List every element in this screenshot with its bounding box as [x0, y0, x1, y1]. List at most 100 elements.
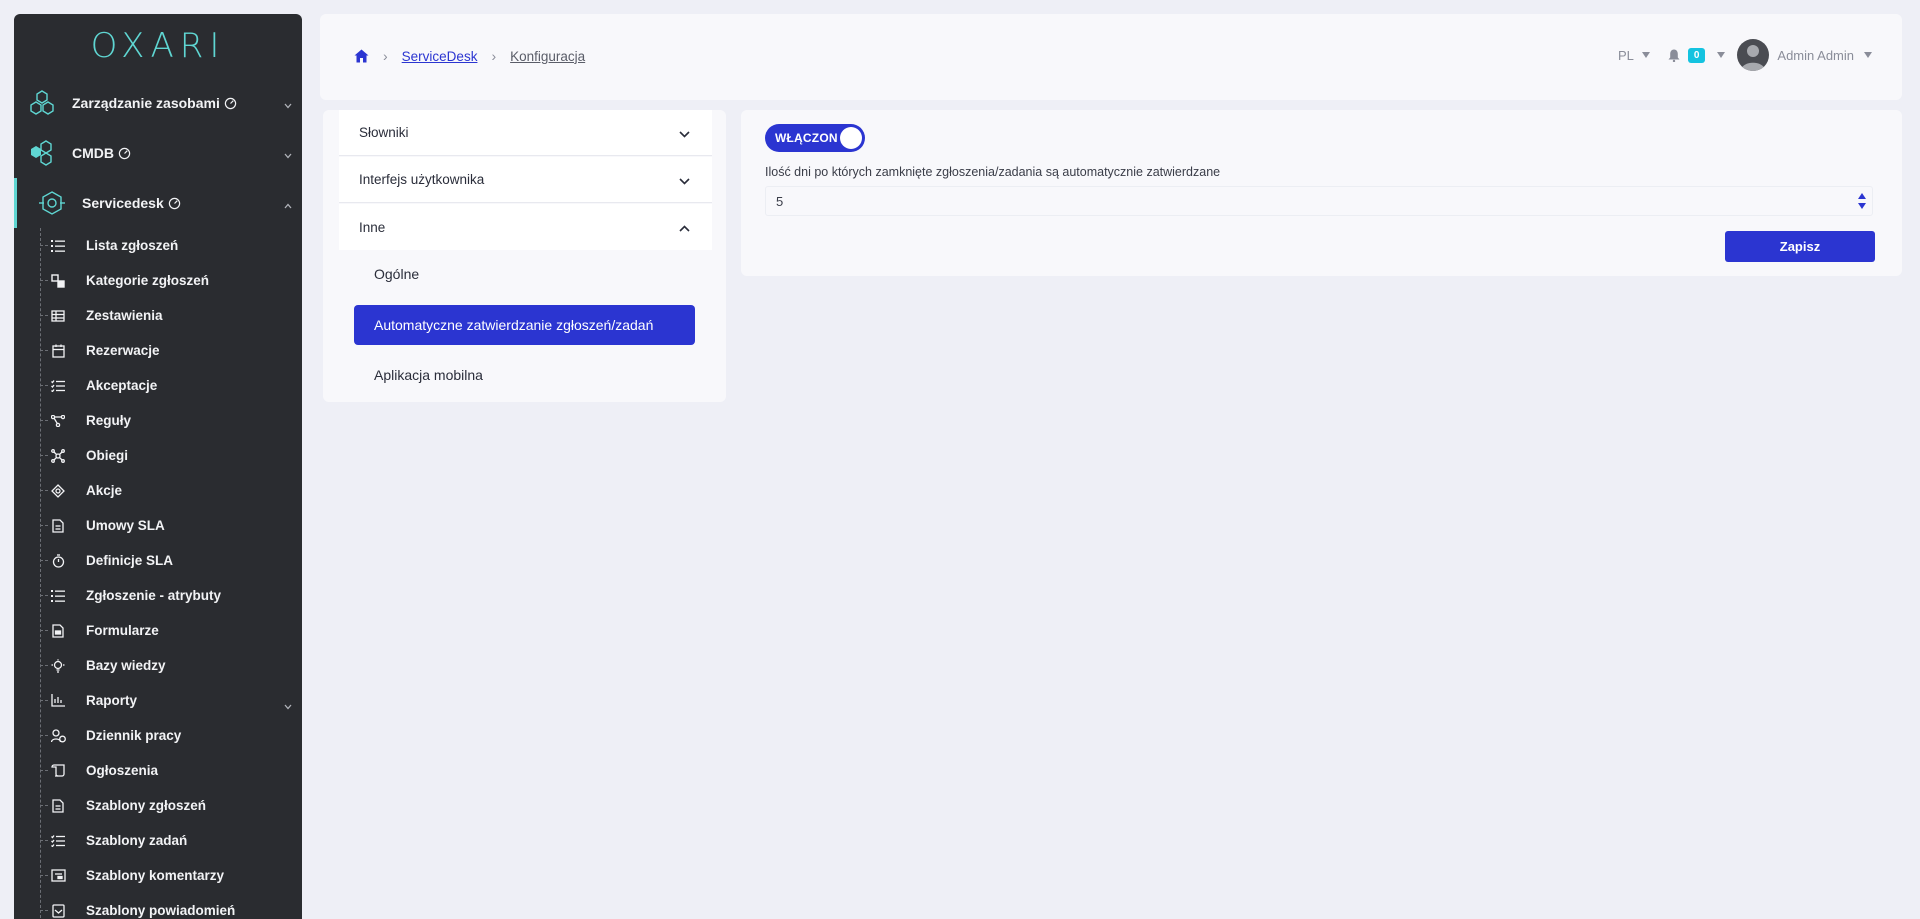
- language-selector[interactable]: PL: [1618, 48, 1650, 63]
- stopwatch-icon: [50, 553, 66, 569]
- save-button[interactable]: Zapisz: [1725, 231, 1875, 262]
- lightbulb-icon: [50, 658, 66, 674]
- sidebar-item-label: Servicedesk: [82, 195, 164, 211]
- sidebar-item-reguly[interactable]: Reguły: [14, 403, 302, 438]
- sidebar-item-dziennik-pracy[interactable]: Dziennik pracy: [14, 718, 302, 753]
- sidebar-item-asset-management[interactable]: Zarządzanie zasobami: [14, 78, 302, 128]
- sidebar-item-label: Formularze: [86, 623, 159, 638]
- document-icon: [50, 798, 66, 814]
- comment-template-icon: [50, 868, 66, 884]
- notifications-button[interactable]: 0: [1668, 47, 1706, 63]
- notifications-badge: 0: [1687, 47, 1706, 63]
- sidebar: OXARI Zarządzanie zasobami CMDB Serviced…: [14, 14, 302, 919]
- toggle-knob: [840, 127, 862, 149]
- sidebar-item-umowy-sla[interactable]: Umowy SLA: [14, 508, 302, 543]
- sidebar-item-servicedesk[interactable]: Servicedesk: [14, 178, 302, 228]
- stepper-down-icon[interactable]: [1858, 203, 1866, 209]
- categories-icon: [50, 273, 66, 289]
- document-icon: [50, 518, 66, 534]
- caret-down-icon: [1641, 52, 1650, 58]
- sidebar-item-label: Reguły: [86, 413, 132, 428]
- config-item-label: Ogólne: [374, 266, 420, 282]
- sidebar-item-label: Szablony zgłoszeń: [86, 798, 207, 813]
- toggle-label: WŁĄCZON: [775, 131, 838, 145]
- list-icon: [50, 238, 66, 254]
- sidebar-item-ogloszenia[interactable]: Ogłoszenia: [14, 753, 302, 788]
- sidebar-item-obiegi[interactable]: Obiegi: [14, 438, 302, 473]
- caret-down-icon[interactable]: [1717, 52, 1726, 58]
- gauge-icon: [168, 197, 181, 210]
- home-icon[interactable]: [354, 49, 369, 63]
- language-label: PL: [1617, 47, 1634, 63]
- sidebar-item-definicje-sla[interactable]: Definicje SLA: [14, 543, 302, 578]
- sidebar-item-label: Umowy SLA: [86, 518, 165, 533]
- sidebar-item-kategorie-zgloszen[interactable]: Kategorie zgłoszeń: [14, 263, 302, 298]
- sidebar-item-formularze[interactable]: Formularze: [14, 613, 302, 648]
- accordion-label: Interfejs użytkownika: [359, 172, 485, 187]
- breadcrumb-servicedesk[interactable]: ServiceDesk: [402, 49, 478, 64]
- eye-target-icon: [34, 185, 70, 221]
- config-item-aplikacja-mobilna[interactable]: Aplikacja mobilna: [354, 355, 695, 395]
- gauge-icon: [118, 147, 131, 160]
- sidebar-item-raporty[interactable]: Raporty: [14, 683, 302, 718]
- form-icon: [50, 623, 66, 639]
- cubes-icon: [24, 135, 60, 171]
- checklist-icon: [50, 378, 66, 394]
- user-menu[interactable]: Admin Admin: [1737, 39, 1872, 71]
- sidebar-item-label: Zarządzanie zasobami: [72, 95, 220, 111]
- auto-approval-settings-panel: WŁĄCZON Ilość dni po których zamknięte z…: [741, 110, 1902, 276]
- sidebar-item-lista-zgloszen[interactable]: Lista zgłoszeń: [14, 228, 302, 263]
- sidebar-item-szablony-zadan[interactable]: Szablony zadań: [14, 823, 302, 858]
- sidebar-item-label: Definicje SLA: [86, 553, 174, 568]
- days-input[interactable]: [765, 186, 1873, 216]
- sidebar-item-label: Szablony komentarzy: [86, 868, 225, 883]
- days-field-label: Ilość dni po których zamknięte zgłoszeni…: [765, 165, 1221, 179]
- user-clock-icon: [50, 728, 66, 744]
- servicedesk-subnav: Lista zgłoszeń Kategorie zgłoszeń Zestaw…: [14, 228, 302, 919]
- checklist-icon: [50, 833, 66, 849]
- config-item-ogolne[interactable]: Ogólne: [354, 254, 695, 294]
- table-icon: [50, 308, 66, 324]
- sidebar-item-akceptacje[interactable]: Akceptacje: [14, 368, 302, 403]
- sidebar-item-bazy-wiedzy[interactable]: Bazy wiedzy: [14, 648, 302, 683]
- accordion-interfejs-uzytkownika[interactable]: Interfejs użytkownika: [339, 157, 712, 203]
- sidebar-item-rezerwacje[interactable]: Rezerwacje: [14, 333, 302, 368]
- hexagon-cluster-icon: [24, 85, 60, 121]
- workflow-icon: [50, 448, 66, 464]
- bell-icon: [1668, 49, 1680, 62]
- sidebar-item-zestawienia[interactable]: Zestawienia: [14, 298, 302, 333]
- sidebar-item-label: Dziennik pracy: [86, 728, 182, 743]
- actions-icon: [50, 483, 66, 499]
- accordion-label: Słowniki: [359, 125, 409, 140]
- top-bar: › ServiceDesk › Konfiguracja PL 0 Admin …: [320, 14, 1902, 100]
- sidebar-item-szablony-powiadomien[interactable]: Szablony powiadomień: [14, 893, 302, 919]
- enabled-toggle[interactable]: WŁĄCZON: [765, 124, 865, 152]
- chart-icon: [50, 693, 66, 709]
- header-actions: PL 0 Admin Admin: [1618, 38, 1872, 72]
- accordion-label: Inne: [359, 219, 386, 235]
- sidebar-item-szablony-komentarzy[interactable]: Szablony komentarzy: [14, 858, 302, 893]
- config-item-automatyczne-zatwierdzanie[interactable]: Automatyczne zatwierdzanie zgłoszeń/zada…: [354, 305, 695, 345]
- sidebar-item-label: Ogłoszenia: [86, 763, 159, 778]
- sidebar-item-label: Szablony powiadomień: [86, 903, 236, 918]
- sidebar-item-akcje[interactable]: Akcje: [14, 473, 302, 508]
- chevron-up-icon: [284, 196, 292, 214]
- sidebar-item-szablony-zgloszen[interactable]: Szablony zgłoszeń: [14, 788, 302, 823]
- app-logo[interactable]: OXARI: [14, 14, 302, 78]
- accordion-slowniki[interactable]: Słowniki: [339, 110, 712, 156]
- chevron-up-icon: [679, 220, 690, 235]
- sidebar-item-label: Bazy wiedzy: [86, 658, 166, 673]
- sidebar-item-label: Akcje: [86, 483, 123, 498]
- chevron-down-icon: [679, 126, 690, 141]
- breadcrumb-separator: ›: [491, 48, 497, 64]
- chevron-down-icon: [284, 146, 292, 164]
- stepper-up-icon[interactable]: [1858, 193, 1866, 199]
- chevron-down-icon: [284, 96, 292, 114]
- breadcrumb-konfiguracja[interactable]: Konfiguracja: [510, 49, 585, 64]
- accordion-inne[interactable]: Inne: [339, 204, 712, 250]
- number-stepper[interactable]: [1853, 188, 1871, 214]
- sidebar-item-label: Zgłoszenie - atrybuty: [86, 588, 222, 603]
- sidebar-item-cmdb[interactable]: CMDB: [14, 128, 302, 178]
- sidebar-item-label: CMDB: [72, 145, 114, 161]
- sidebar-item-zgloszenie-atrybuty[interactable]: Zgłoszenie - atrybuty: [14, 578, 302, 613]
